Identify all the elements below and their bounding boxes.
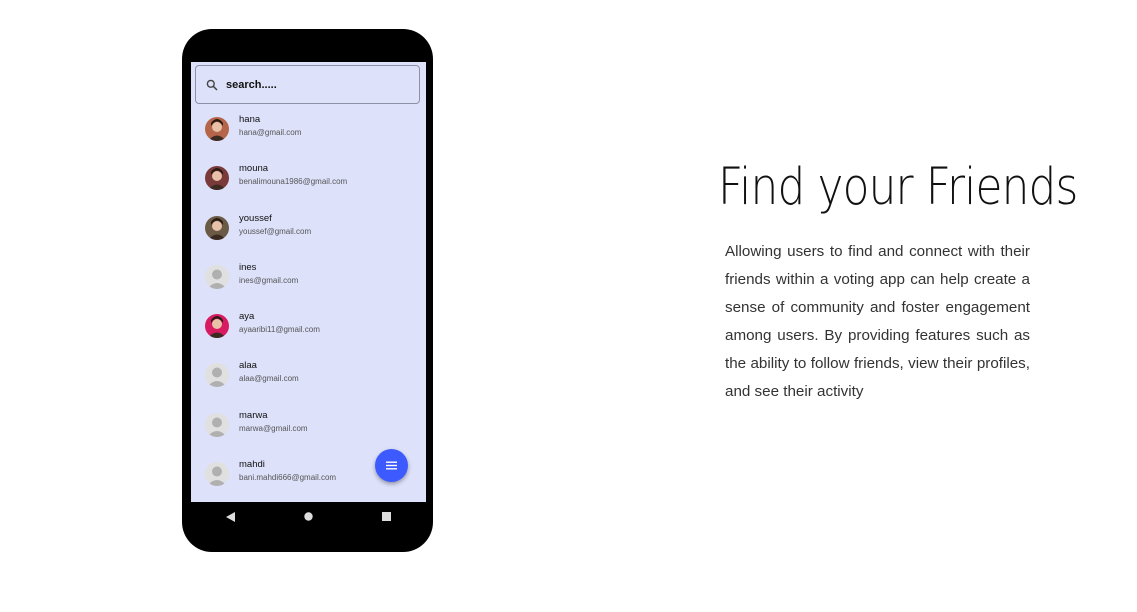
contact-list-item[interactable]: mouna benalimouna1986@gmail.com [191, 158, 426, 207]
contact-name: hana [239, 114, 261, 125]
default-person-icon [205, 412, 229, 437]
nav-home-button[interactable] [293, 507, 323, 527]
contact-list-item[interactable]: aya ayaaribi11@gmail.com [191, 306, 426, 355]
contact-name: ines [239, 261, 257, 273]
contact-name: marwa [239, 409, 268, 421]
contact-email: ines@gmail.com [239, 275, 299, 285]
search-icon [206, 79, 218, 91]
contact-list-item[interactable]: ines ines@gmail.com [191, 257, 426, 306]
recents-icon [382, 512, 392, 521]
contact-email: youssef@gmail.com [239, 226, 312, 236]
default-person-icon [205, 363, 229, 388]
menu-icon [386, 461, 397, 470]
contact-list-item[interactable]: hana hana@gmail.com [191, 109, 426, 158]
contact-email: hana@gmail.com [239, 128, 302, 137]
default-person-icon [205, 462, 229, 487]
home-icon [304, 512, 313, 521]
contact-name: youssef [239, 212, 272, 224]
contact-email: alaa@gmail.com [239, 374, 299, 384]
app-screen: search..... hana hana@gmail.com mouna benal… [191, 62, 426, 531]
contact-email: marwa@gmail.com [239, 423, 308, 433]
contact-list-item[interactable]: marwa marwa@gmail.com [191, 405, 426, 454]
contact-list-item[interactable]: alaa alaa@gmail.com [191, 355, 426, 404]
system-nav-bar [191, 502, 426, 531]
contact-email: bani.mahdi666@gmail.com [239, 473, 337, 483]
contact-name: mahdi [239, 459, 265, 471]
back-icon [225, 511, 235, 522]
contact-name: aya [239, 311, 255, 323]
page-title: Find your Friends [718, 158, 1078, 217]
contact-name: mouna [239, 163, 269, 175]
contact-list-item[interactable]: youssef youssef@gmail.com [191, 208, 426, 257]
contact-list: hana hana@gmail.com mouna benalimouna1986@g… [191, 109, 426, 503]
menu-fab-button[interactable] [375, 449, 408, 482]
avatar [205, 166, 229, 191]
avatar [205, 314, 229, 339]
page-description: Allowing users to find and connect with … [725, 243, 1030, 400]
default-person-icon [205, 264, 229, 289]
nav-recents-button[interactable] [372, 507, 402, 527]
contact-name: alaa [239, 360, 257, 372]
nav-back-button[interactable] [215, 507, 245, 527]
contact-email: benalimouna1986@gmail.com [239, 177, 348, 187]
search-placeholder: search..... [226, 78, 277, 91]
search-input[interactable]: search..... [195, 65, 420, 104]
phone-frame: search..... hana hana@gmail.com mouna benal… [182, 29, 433, 552]
avatar [205, 117, 229, 141]
avatar [205, 215, 229, 240]
contact-email: ayaaribi11@gmail.com [239, 325, 320, 335]
